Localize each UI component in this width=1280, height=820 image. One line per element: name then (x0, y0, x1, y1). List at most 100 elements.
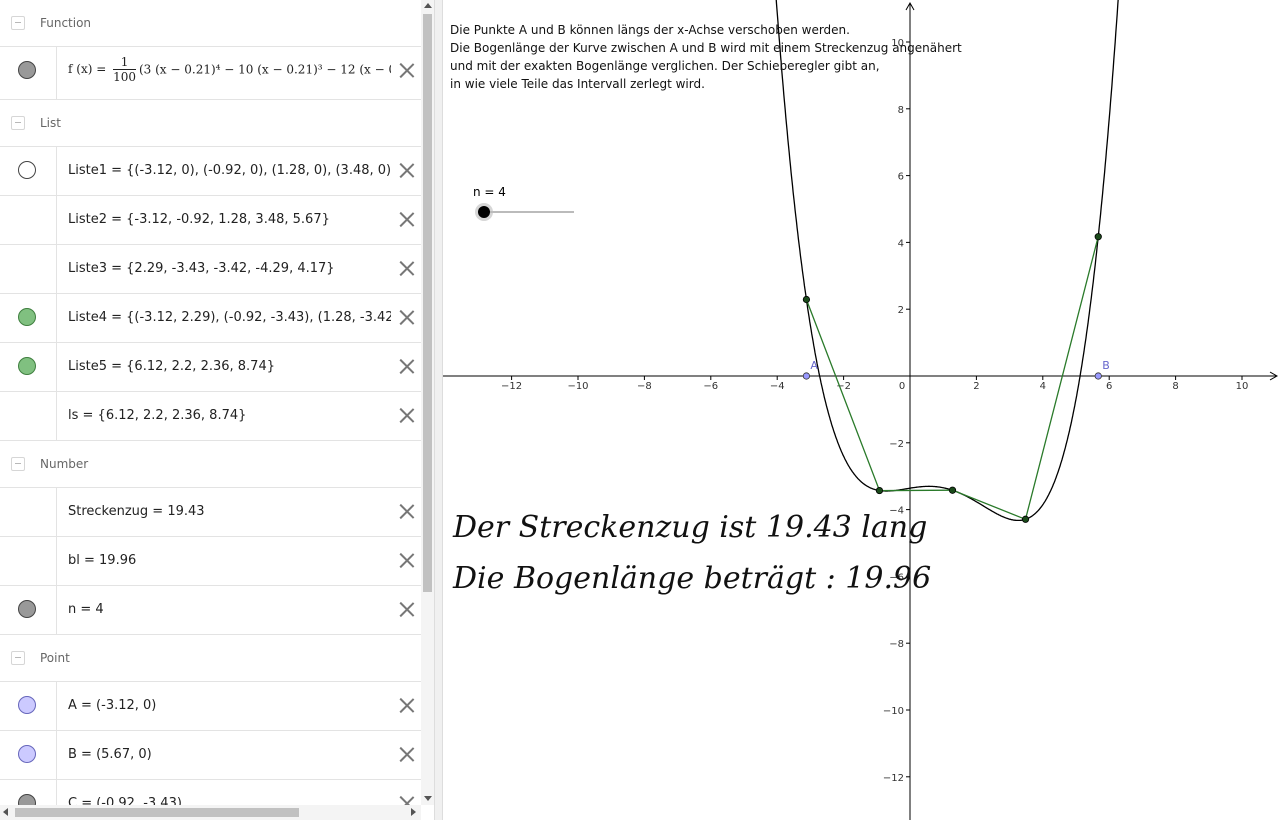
coordinate-plane[interactable]: −12 −10 −8 −6 −4 −2 0 2 4 6 8 10108642−2−4−6−8−10−1… (443, 0, 1280, 820)
point-label: B (1102, 359, 1110, 372)
collapse-icon[interactable] (11, 116, 25, 130)
list-row[interactable]: Liste2 = {-3.12, -0.92, 1.28, 3.48, 5.67… (0, 196, 421, 245)
delete-icon[interactable] (399, 162, 415, 178)
number-row[interactable]: n = 4 (0, 586, 421, 635)
scroll-thumb[interactable] (15, 808, 299, 817)
delete-icon[interactable] (399, 746, 415, 762)
number-expression[interactable]: bl = 19.96 (68, 537, 391, 585)
list-expression[interactable]: Liste5 = {6.12, 2.2, 2.36, 8.74} (68, 343, 391, 391)
x-tick-label: 2 (973, 381, 979, 392)
delete-icon[interactable] (399, 358, 415, 374)
arc-length-text: Die Bogenlänge beträgt : 19.96 (453, 561, 932, 596)
horizontal-scrollbar[interactable] (0, 805, 421, 820)
delete-icon[interactable] (399, 211, 415, 227)
scroll-thumb[interactable] (423, 14, 432, 592)
slider-label: n = 4 (473, 185, 506, 199)
collapse-icon[interactable] (11, 651, 25, 665)
category-list[interactable]: List (0, 100, 421, 147)
number-expression[interactable]: Streckenzug = 19.43 (68, 488, 391, 536)
x-tick-label: −10 (567, 381, 588, 392)
point-expression[interactable]: B = (5.67, 0) (68, 731, 391, 779)
category-point[interactable]: Point (0, 635, 421, 682)
list-row[interactable]: ls = {6.12, 2.2, 2.36, 8.74} (0, 392, 421, 441)
x-tick-label: 10 (1236, 381, 1249, 392)
function-expression[interactable]: f (x) = 1 100 (3 (x − 0.21)⁴ − 10 (x − 0.2… (68, 55, 391, 84)
polyline-length-text: Der Streckenzug ist 19.43 lang (453, 510, 928, 545)
list-row[interactable]: Liste4 = {(-3.12, 2.29), (-0.92, -3.43),… (0, 294, 421, 343)
scroll-left-icon[interactable] (3, 808, 8, 816)
category-label: Point (40, 651, 70, 665)
list-row[interactable]: Liste3 = {2.29, -3.43, -3.42, -4.29, 4.1… (0, 245, 421, 294)
algebra-row-function[interactable]: f (x) = 1 100 (3 (x − 0.21)⁴ − 10 (x − 0.2… (0, 47, 421, 100)
x-tick-label: 8 (1172, 381, 1178, 392)
delete-icon[interactable] (399, 795, 415, 805)
list-expression[interactable]: Liste4 = {(-3.12, 2.29), (-0.92, -3.43),… (68, 294, 391, 342)
delete-icon[interactable] (399, 503, 415, 519)
delete-icon[interactable] (399, 697, 415, 713)
collapse-icon[interactable] (11, 457, 25, 471)
slider-handle (478, 206, 490, 218)
y-tick-label: −8 (889, 639, 904, 650)
x-tick-label: 0 (899, 381, 905, 392)
scroll-down-icon[interactable] (424, 796, 432, 801)
graphics-view[interactable]: −12 −10 −8 −6 −4 −2 0 2 4 6 8 10 10 8 6 4 2 −2 −4 −6 −8 −10 −1… (443, 0, 1280, 820)
algebra-view: Function f (x) = 1 100 (3 (x − 0.21)⁴ − 10… (0, 0, 421, 805)
delete-icon[interactable] (399, 407, 415, 423)
list-expression[interactable]: Liste2 = {-3.12, -0.92, 1.28, 3.48, 5.67… (68, 196, 391, 244)
delete-icon[interactable] (399, 552, 415, 568)
category-label: Function (40, 16, 92, 30)
curve-point (1021, 515, 1030, 523)
x-tick-label: −12 (501, 381, 522, 392)
curve-point (1094, 233, 1102, 241)
delete-icon[interactable] (399, 309, 415, 325)
category-number[interactable]: Number (0, 441, 421, 488)
point-expression[interactable]: C = (-0.92, -3.43) (68, 780, 391, 805)
delete-icon[interactable] (399, 260, 415, 276)
x-tick-label: 4 (1040, 381, 1046, 392)
y-tick-label: −12 (883, 773, 904, 784)
panel-divider[interactable] (434, 0, 443, 820)
axis-point-b (1094, 372, 1102, 380)
list-expression[interactable]: Liste3 = {2.29, -3.43, -3.42, -4.29, 4.1… (68, 245, 391, 293)
visibility-marble-icon[interactable] (18, 794, 36, 805)
x-tick-label: 6 (1106, 381, 1112, 392)
delete-icon[interactable] (399, 62, 415, 78)
curve-point (802, 295, 811, 304)
point-row[interactable]: C = (-0.92, -3.43) (0, 780, 421, 805)
number-row[interactable]: Streckenzug = 19.43 (0, 488, 421, 537)
collapse-icon[interactable] (11, 16, 25, 30)
scroll-up-icon[interactable] (424, 3, 432, 8)
polyline-streckenzug (805, 236, 1099, 521)
list-row[interactable]: Liste1 = {(-3.12, 0), (-0.92, 0), (1.28,… (0, 147, 421, 196)
visibility-marble-icon[interactable] (18, 696, 36, 714)
number-expression[interactable]: n = 4 (68, 586, 391, 634)
delete-icon[interactable] (399, 601, 415, 617)
category-function[interactable]: Function (0, 0, 421, 47)
visibility-marble-icon[interactable] (18, 357, 36, 375)
vertical-scrollbar[interactable] (421, 0, 434, 805)
info-text: Die Punkte A und B können längs der x-Ac… (450, 23, 962, 91)
list-expression[interactable]: Liste1 = {(-3.12, 0), (-0.92, 0), (1.28,… (68, 147, 391, 195)
list-expression[interactable]: ls = {6.12, 2.2, 2.36, 8.74} (68, 392, 391, 440)
y-tick-label: 8 (898, 105, 904, 116)
x-tick-label: −4 (770, 381, 785, 392)
visibility-marble-icon[interactable] (18, 745, 36, 763)
visibility-marble-icon[interactable] (18, 600, 36, 618)
scroll-right-icon[interactable] (411, 808, 416, 816)
list-row[interactable]: Liste5 = {6.12, 2.2, 2.36, 8.74} (0, 343, 421, 392)
y-tick-label: 2 (898, 305, 904, 316)
visibility-marble-icon[interactable] (18, 308, 36, 326)
fraction: 1 100 (113, 55, 136, 84)
category-label: List (40, 116, 61, 130)
point-label: A (810, 359, 818, 372)
y-tick-label: −2 (889, 439, 904, 450)
point-expression[interactable]: A = (-3.12, 0) (68, 682, 391, 730)
visibility-marble-icon[interactable] (18, 61, 36, 79)
point-row[interactable]: B = (5.67, 0) (0, 731, 421, 780)
y-tick-label: −10 (883, 706, 904, 717)
x-tick-label: −6 (703, 381, 718, 392)
curve-point (875, 486, 884, 495)
point-row[interactable]: A = (-3.12, 0) (0, 682, 421, 731)
number-row[interactable]: bl = 19.96 (0, 537, 421, 586)
visibility-marble-icon[interactable] (18, 161, 36, 179)
